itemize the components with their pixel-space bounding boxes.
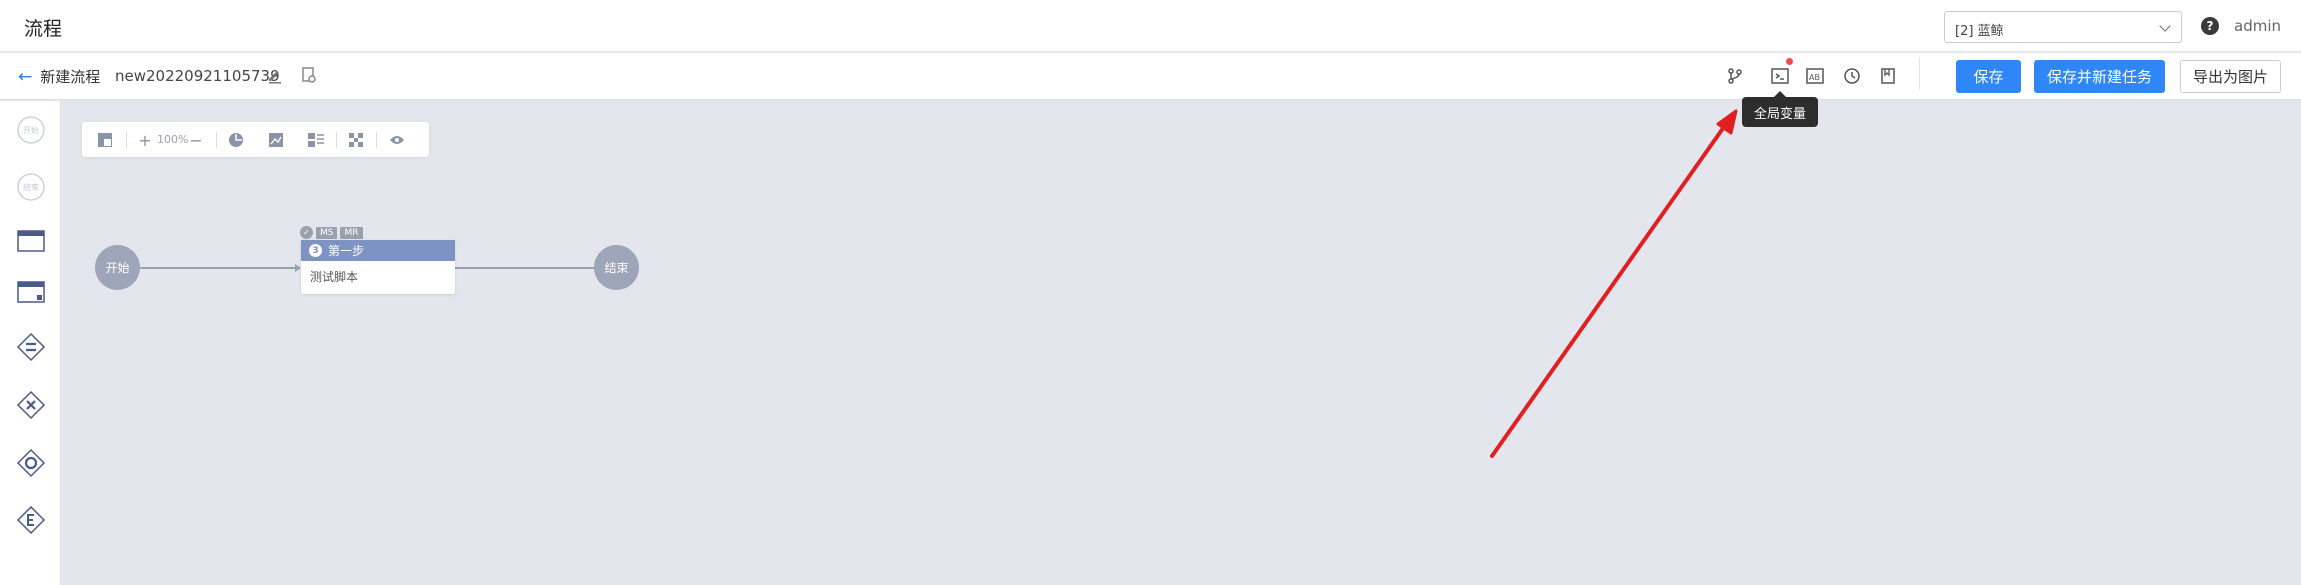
edge-step-to-end [455,267,596,269]
branch-icon[interactable] [1725,66,1745,86]
zoom-level: 100% [157,133,189,146]
export-image-button[interactable]: 导出为图片 [2180,60,2281,93]
global-variable-tooltip: 全局变量 [1742,91,1818,127]
subprocess-node-icon[interactable] [15,276,46,307]
palette-start[interactable]: 开始 [15,114,46,145]
toolbar-separator [376,132,377,148]
auto-layout-icon[interactable] [347,131,365,149]
history-icon[interactable] [1842,66,1862,86]
document-icon[interactable] [301,66,317,88]
converge-gateway-icon[interactable] [15,447,46,478]
badge-ms: MS [316,226,338,239]
palette-end-label: 结束 [23,182,39,192]
end-node[interactable]: 结束 [594,245,639,290]
edge-start-to-step [140,267,300,269]
zoom-out-icon[interactable]: − [187,131,205,150]
notification-dot [1786,58,1793,65]
project-select[interactable]: [2] 蓝鲸 [1944,11,2182,43]
task-node-icon[interactable] [15,225,46,256]
task-node-header: 3 第一步 [301,240,455,261]
zoom-in-icon[interactable]: + [136,131,154,150]
canvas-toolbar: + 100% − [82,122,429,157]
reset-position-icon[interactable] [227,131,245,149]
global-variable-icon[interactable] [1770,66,1790,86]
task-node-title: 第一步 [328,244,365,258]
select-mode-icon[interactable] [307,131,325,149]
toolbar-divider [1919,58,1920,90]
back-button[interactable]: ← 新建流程 [18,66,100,87]
save-and-new-task-button[interactable]: 保存并新建任务 [2034,60,2165,93]
badge-mr: MR [340,226,363,239]
node-palette: 开始 结束 [0,101,61,585]
step-badges: ✓ MS MR [300,226,363,239]
app-title: 流程 [24,18,63,40]
minimap-icon[interactable] [267,131,285,149]
start-node[interactable]: 开始 [95,245,140,290]
bookmark-icon[interactable] [1878,66,1898,86]
flow-name: new20220921105739 [115,67,280,85]
edit-icon[interactable] [266,66,284,88]
task-node-number: 3 [309,244,322,257]
layout-icon[interactable] [96,131,114,149]
save-button[interactable]: 保存 [1956,60,2021,93]
exclusive-gateway-icon[interactable] [15,389,46,420]
palette-start-label: 开始 [23,125,39,135]
parallel-gateway-icon[interactable] [15,331,46,362]
check-icon: ✓ [300,226,313,239]
toolbar-separator [126,132,127,148]
ab-icon[interactable]: AB [1805,66,1825,86]
question-circle-icon[interactable]: ? [2201,17,2219,35]
task-node-body: 测试脚本 [310,270,359,284]
eye-icon[interactable] [388,131,406,149]
top-bar: 流程 [2] 蓝鲸 ? admin [0,0,2301,52]
toolbar-separator [336,132,337,148]
palette-end[interactable]: 结束 [15,171,46,202]
task-node-step-1[interactable]: 3 第一步 测试脚本 [301,240,455,294]
back-label: 新建流程 [40,68,101,86]
project-select-value: [2] 蓝鲸 [1955,24,2004,39]
arrow-left-icon: ← [18,66,33,87]
toolbar-separator [216,132,217,148]
chevron-down-icon [2159,20,2171,32]
username[interactable]: admin [2234,17,2281,35]
svg-text:AB: AB [1809,73,1820,82]
conditional-parallel-gateway-icon[interactable] [15,504,46,535]
